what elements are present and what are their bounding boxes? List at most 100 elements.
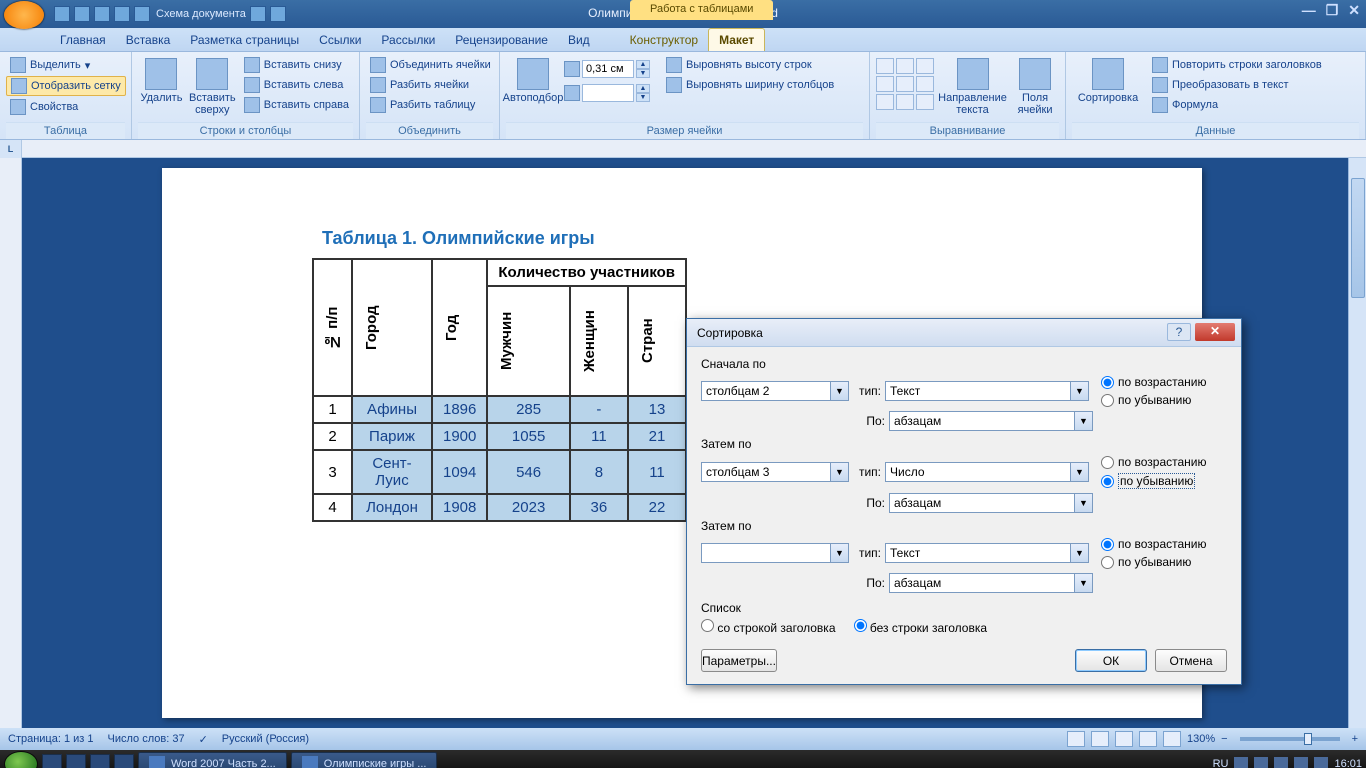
cell-margins-button[interactable]: Поля ячейки [1011,54,1059,116]
olympic-table[interactable]: № п/п Город Год Количество участников Му… [312,258,687,522]
tab-mailings[interactable]: Рассылки [371,29,445,51]
tab-insert[interactable]: Вставка [116,29,181,51]
insert-above-button[interactable]: Вставить сверху [189,54,236,116]
view-web[interactable] [1115,731,1133,747]
dropdown-icon[interactable]: ▼ [1071,543,1089,563]
scrollbar-thumb[interactable] [1351,178,1365,298]
ruler-corner[interactable]: L [0,140,22,158]
tab-table-design[interactable]: Конструктор [620,29,708,51]
sort2-desc[interactable]: по убыванию [1101,473,1207,489]
sort3-type[interactable] [885,543,1071,563]
dialog-help-button[interactable]: ? [1167,323,1191,341]
insert-left-button[interactable]: Вставить слева [240,76,353,94]
autofit-button[interactable]: Автоподбор [506,54,560,104]
tray-icon[interactable] [1234,757,1248,768]
close-button[interactable]: ✕ [1348,2,1360,19]
show-grid-button[interactable]: Отобразить сетку [6,76,126,96]
ok-button[interactable]: ОК [1075,649,1147,672]
split-table-button[interactable]: Разбить таблицу [366,96,495,114]
taskbar-item[interactable]: Word 2007 Часть 2... [138,752,287,768]
dropdown-icon[interactable]: ▼ [831,462,849,482]
delete-button[interactable]: Удалить [138,54,185,104]
qat-icon[interactable] [114,6,130,22]
params-button[interactable]: Параметры... [701,649,777,672]
sort3-desc[interactable]: по убыванию [1101,555,1207,569]
restore-button[interactable]: ❐ [1326,2,1339,19]
qat-doc-scheme[interactable]: Схема документа [156,8,246,20]
view-draft[interactable] [1163,731,1181,747]
split-cells-button[interactable]: Разбить ячейки [366,76,495,94]
sort2-column[interactable] [701,462,831,482]
formula-button[interactable]: Формула [1148,96,1326,114]
quicklaunch-icon[interactable] [66,754,86,768]
repeat-header-button[interactable]: Повторить строки заголовков [1148,56,1326,74]
sort1-desc[interactable]: по убыванию [1101,393,1207,407]
quicklaunch-icon[interactable] [114,754,134,768]
sort2-using[interactable] [889,493,1075,513]
sort1-asc[interactable]: по возрастанию [1101,375,1207,389]
dropdown-icon[interactable]: ▼ [1075,573,1093,593]
sort1-column[interactable] [701,381,831,401]
qat-icon[interactable] [134,6,150,22]
page-status[interactable]: Страница: 1 из 1 [8,733,94,745]
sort3-using[interactable] [889,573,1075,593]
sort1-using[interactable] [889,411,1075,431]
spin-up[interactable]: ▲ [636,84,650,93]
dropdown-icon[interactable]: ▼ [831,543,849,563]
sort1-type[interactable] [885,381,1071,401]
dropdown-icon[interactable]: ▼ [1075,493,1093,513]
insert-below-button[interactable]: Вставить снизу [240,56,353,74]
undo-icon[interactable] [74,6,90,22]
view-reading[interactable] [1091,731,1109,747]
with-header-radio[interactable]: со строкой заголовка [701,619,836,635]
view-print-layout[interactable] [1067,731,1085,747]
start-button[interactable] [4,751,38,768]
dropdown-icon[interactable]: ▼ [1071,381,1089,401]
dropdown-icon[interactable]: ▼ [831,381,849,401]
vertical-scrollbar[interactable] [1348,158,1366,728]
sort3-column[interactable] [701,543,831,563]
tab-home[interactable]: Главная [50,29,116,51]
dropdown-icon[interactable]: ▼ [1075,411,1093,431]
spin-down[interactable]: ▼ [636,93,650,102]
sort-button[interactable]: Сортировка [1072,54,1144,104]
tray-icon[interactable] [1294,757,1308,768]
alignment-grid[interactable] [876,54,934,110]
sort2-type[interactable] [885,462,1071,482]
input-language[interactable]: RU [1213,758,1229,768]
clock[interactable]: 16:01 [1334,758,1362,768]
quicklaunch-icon[interactable] [42,754,62,768]
col-width-field[interactable]: ▲▼ [564,84,650,102]
sort2-asc[interactable]: по возрастанию [1101,455,1207,469]
col-width-input[interactable] [582,84,634,102]
sort3-asc[interactable]: по возрастанию [1101,537,1207,551]
tab-pagelayout[interactable]: Разметка страницы [180,29,309,51]
distribute-rows-button[interactable]: Выровнять высоту строк [662,56,838,74]
dialog-close-button[interactable]: ✕ [1195,323,1235,341]
redo-icon[interactable] [94,6,110,22]
properties-button[interactable]: Свойства [6,98,126,116]
row-height-input[interactable] [582,60,634,78]
no-header-radio[interactable]: без строки заголовка [854,619,988,635]
zoom-level[interactable]: 130% [1187,733,1215,745]
volume-icon[interactable] [1314,757,1328,768]
minimize-button[interactable]: — [1302,2,1316,19]
select-button[interactable]: Выделить ▾ [6,56,126,74]
dropdown-icon[interactable]: ▼ [1071,462,1089,482]
tray-icon[interactable] [1254,757,1268,768]
word-count[interactable]: Число слов: 37 [108,733,185,745]
qat-icon[interactable] [270,6,286,22]
row-height-field[interactable]: ▲▼ [564,60,650,78]
distribute-cols-button[interactable]: Выровнять ширину столбцов [662,76,838,94]
convert-to-text-button[interactable]: Преобразовать в текст [1148,76,1326,94]
text-direction-button[interactable]: Направление текста [938,54,1007,116]
merge-cells-button[interactable]: Объединить ячейки [366,56,495,74]
qat-icon[interactable] [250,6,266,22]
tab-references[interactable]: Ссылки [309,29,371,51]
tab-table-layout[interactable]: Макет [708,28,765,51]
office-button[interactable] [4,1,44,29]
cancel-button[interactable]: Отмена [1155,649,1227,672]
language-status[interactable]: Русский (Россия) [222,733,309,745]
tray-icon[interactable] [1274,757,1288,768]
vertical-ruler[interactable] [0,158,22,728]
